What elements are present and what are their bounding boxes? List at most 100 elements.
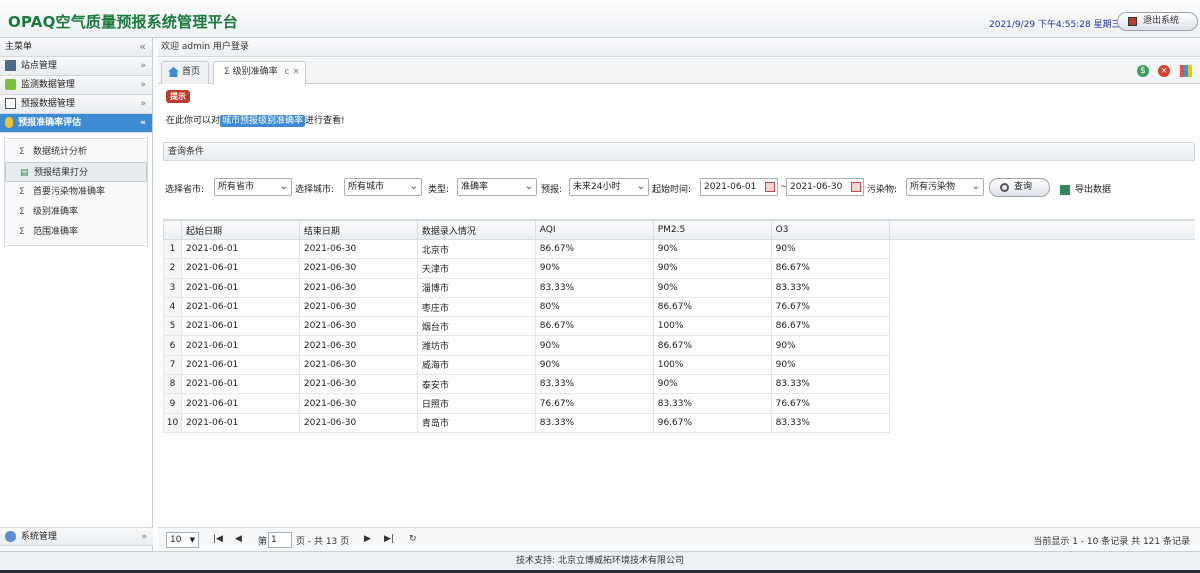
city-select[interactable]: 所有城市 ⌄ — [344, 178, 422, 196]
sigma-icon: Σ — [19, 207, 25, 217]
table-cell: 2021-06-01 — [180, 296, 300, 318]
table-row[interactable]: 6 2021-06-01 2021-06-30 潍坊市 90% 86.67% 90% — [163, 335, 1196, 356]
table-cell: 83.33% — [770, 277, 890, 298]
search-icon — [1000, 183, 1009, 192]
page-number-input[interactable]: 1 — [268, 532, 292, 548]
logout-label: 退出系统 — [1143, 16, 1180, 26]
table-cell: 86.67% — [652, 335, 772, 356]
chevron-down-icon: » — [140, 80, 146, 90]
table-cell: 2021-06-30 — [298, 258, 418, 279]
table-row[interactable]: 7 2021-06-01 2021-06-30 威海市 90% 100% 90% — [163, 354, 1196, 376]
table-cell: 泰安市 — [416, 374, 536, 395]
caret-down-icon: ▼ — [189, 536, 195, 544]
page-prefix: 第 — [258, 537, 268, 547]
page-size-select[interactable]: 10 ▼ — [166, 532, 199, 548]
tip-highlight: 城市预报级别准确率 — [220, 115, 306, 127]
table-cell: 80% — [534, 296, 654, 318]
next-page-icon[interactable]: ▶ — [364, 534, 371, 544]
sidebar-subitem-scoring[interactable]: ▤ 预报结果打分 — [5, 162, 147, 182]
close-all-icon[interactable]: × — [1158, 65, 1170, 77]
table-cell: 威海市 — [416, 354, 536, 376]
table-cell: 100% — [652, 354, 772, 376]
sidebar-subitem-range[interactable]: Σ 范围准确率 — [5, 222, 147, 242]
tab-home[interactable]: 首页 — [161, 61, 209, 84]
table-cell: 83.33% — [534, 277, 654, 298]
sigma-icon: Σ — [224, 67, 233, 77]
calendar-icon[interactable] — [765, 182, 775, 192]
start-date-input[interactable]: 2021-06-01 — [700, 178, 778, 196]
row-number: 1 — [163, 238, 182, 260]
row-number: 5 — [163, 316, 182, 337]
table-row[interactable]: 3 2021-06-01 2021-06-30 淄博市 83.33% 90% 83.33% — [163, 277, 1196, 298]
sidebar-item-forecast[interactable]: 预报数据管理 » — [0, 95, 152, 114]
main-panel: 欢迎 admin 用户登录 首页 Σ 级别准确率 c × $ × 提示 在此你可… — [158, 38, 1200, 551]
sigma-icon: Σ — [19, 227, 25, 237]
sidebar-item-station[interactable]: 站点管理 » — [0, 57, 152, 76]
table-cell: 2021-06-01 — [180, 258, 300, 279]
double-chevron-left-icon[interactable]: « — [139, 37, 146, 56]
province-label: 选择省市: — [165, 185, 205, 195]
export-button[interactable]: 导出数据 — [1060, 182, 1111, 195]
table-row[interactable]: 2 2021-06-01 2021-06-30 天津市 90% 90% 86.67% — [163, 258, 1196, 279]
column-header[interactable]: O3 — [770, 220, 890, 240]
column-header[interactable]: 结束日期 — [298, 220, 418, 240]
table-row[interactable]: 1 2021-06-01 2021-06-30 北京市 86.67% 90% 90% — [163, 238, 1196, 260]
refresh-all-icon[interactable]: $ — [1137, 65, 1149, 77]
prev-page-icon[interactable]: ◀ — [235, 534, 242, 544]
province-select[interactable]: 所有省市 ⌄ — [214, 178, 292, 196]
type-select[interactable]: 准确率 ⌄ — [457, 178, 537, 196]
sigma-icon: Σ — [19, 147, 25, 157]
table-row[interactable]: 9 2021-06-01 2021-06-30 日照市 76.67% 83.33% 76.6… — [163, 393, 1196, 414]
refresh-icon[interactable]: c — [284, 67, 289, 77]
city-label: 选择城市: — [295, 185, 335, 195]
table-row[interactable]: 4 2021-06-01 2021-06-30 枣庄市 80% 86.67% 76.67% — [163, 296, 1196, 318]
sidebar-subitem-primary-pollutant[interactable]: Σ 首要污染物准确率 — [5, 182, 147, 202]
type-label: 类型: — [428, 185, 450, 195]
table-cell: 2021-06-30 — [298, 354, 418, 376]
row-filler — [889, 278, 1195, 297]
table-row[interactable]: 10 2021-06-01 2021-06-30 青岛市 83.33% 96.67% 83.… — [163, 412, 1196, 433]
row-filler — [889, 259, 1195, 278]
search-button[interactable]: 查询 — [989, 178, 1050, 197]
top-header: OPAQ空气质量预报系统管理平台 2021/9/29 下午4:55:28 星期三… — [0, 0, 1200, 38]
column-header[interactable]: 起始日期 — [180, 220, 300, 240]
table-row[interactable]: 5 2021-06-01 2021-06-30 烟台市 86.67% 100% 86.67% — [163, 316, 1196, 337]
grid-icon[interactable] — [1180, 65, 1192, 77]
table-cell: 90% — [652, 277, 772, 298]
tab-level-accuracy[interactable]: Σ 级别准确率 c × — [213, 61, 306, 85]
chevron-down-icon: » — [140, 99, 146, 109]
calendar-icon[interactable] — [851, 182, 861, 192]
chevron-down-icon: ⌄ — [524, 181, 533, 192]
sidebar-item-system[interactable]: 系统管理 » — [0, 527, 153, 546]
table-cell: 76.67% — [770, 393, 890, 414]
sidebar-subitem-stats[interactable]: Σ 数据统计分析 — [5, 142, 147, 162]
table-cell: 90% — [652, 238, 772, 260]
sidebar-subitem-level[interactable]: Σ 级别准确率 — [5, 202, 147, 222]
sidebar-item-monitor[interactable]: 监测数据管理 » — [0, 76, 152, 95]
table-cell: 83.33% — [534, 374, 654, 395]
table-cell: 86.67% — [534, 316, 654, 337]
table-cell: 日照市 — [416, 393, 536, 414]
close-icon[interactable]: × — [292, 67, 300, 77]
sidebar-item-label: 监测数据管理 — [20, 80, 75, 90]
table-row[interactable]: 8 2021-06-01 2021-06-30 泰安市 83.33% 90% 83.33% — [163, 374, 1196, 395]
column-header[interactable]: AQI — [534, 220, 654, 240]
forecast-select[interactable]: 未来24小时 ⌄ — [569, 178, 649, 196]
sidebar-item-label: 预报准确率评估 — [18, 118, 82, 128]
logout-button[interactable]: 退出系统 — [1117, 12, 1198, 31]
reload-icon[interactable]: ↻ — [409, 534, 417, 544]
table-cell: 2021-06-30 — [298, 374, 418, 395]
row-number: 6 — [163, 335, 182, 356]
table-cell: 90% — [534, 335, 654, 356]
last-page-icon[interactable]: ▶| — [384, 534, 394, 544]
first-page-icon[interactable]: |◀ — [213, 534, 223, 544]
chevron-down-icon: ⌄ — [409, 181, 418, 192]
page-total: 页 - 共 13 页 — [296, 537, 350, 547]
end-date-input[interactable]: 2021-06-30 — [786, 178, 864, 196]
column-header[interactable]: 数据录入情况 — [416, 220, 536, 240]
table-icon: ▤ — [20, 168, 29, 178]
sidebar-item-accuracy[interactable]: 预报准确率评估 « — [0, 114, 152, 133]
pollutant-select[interactable]: 所有污染物 ⌄ — [906, 178, 984, 196]
table-cell: 烟台市 — [416, 316, 536, 337]
column-header[interactable]: PM2.5 — [652, 220, 772, 240]
